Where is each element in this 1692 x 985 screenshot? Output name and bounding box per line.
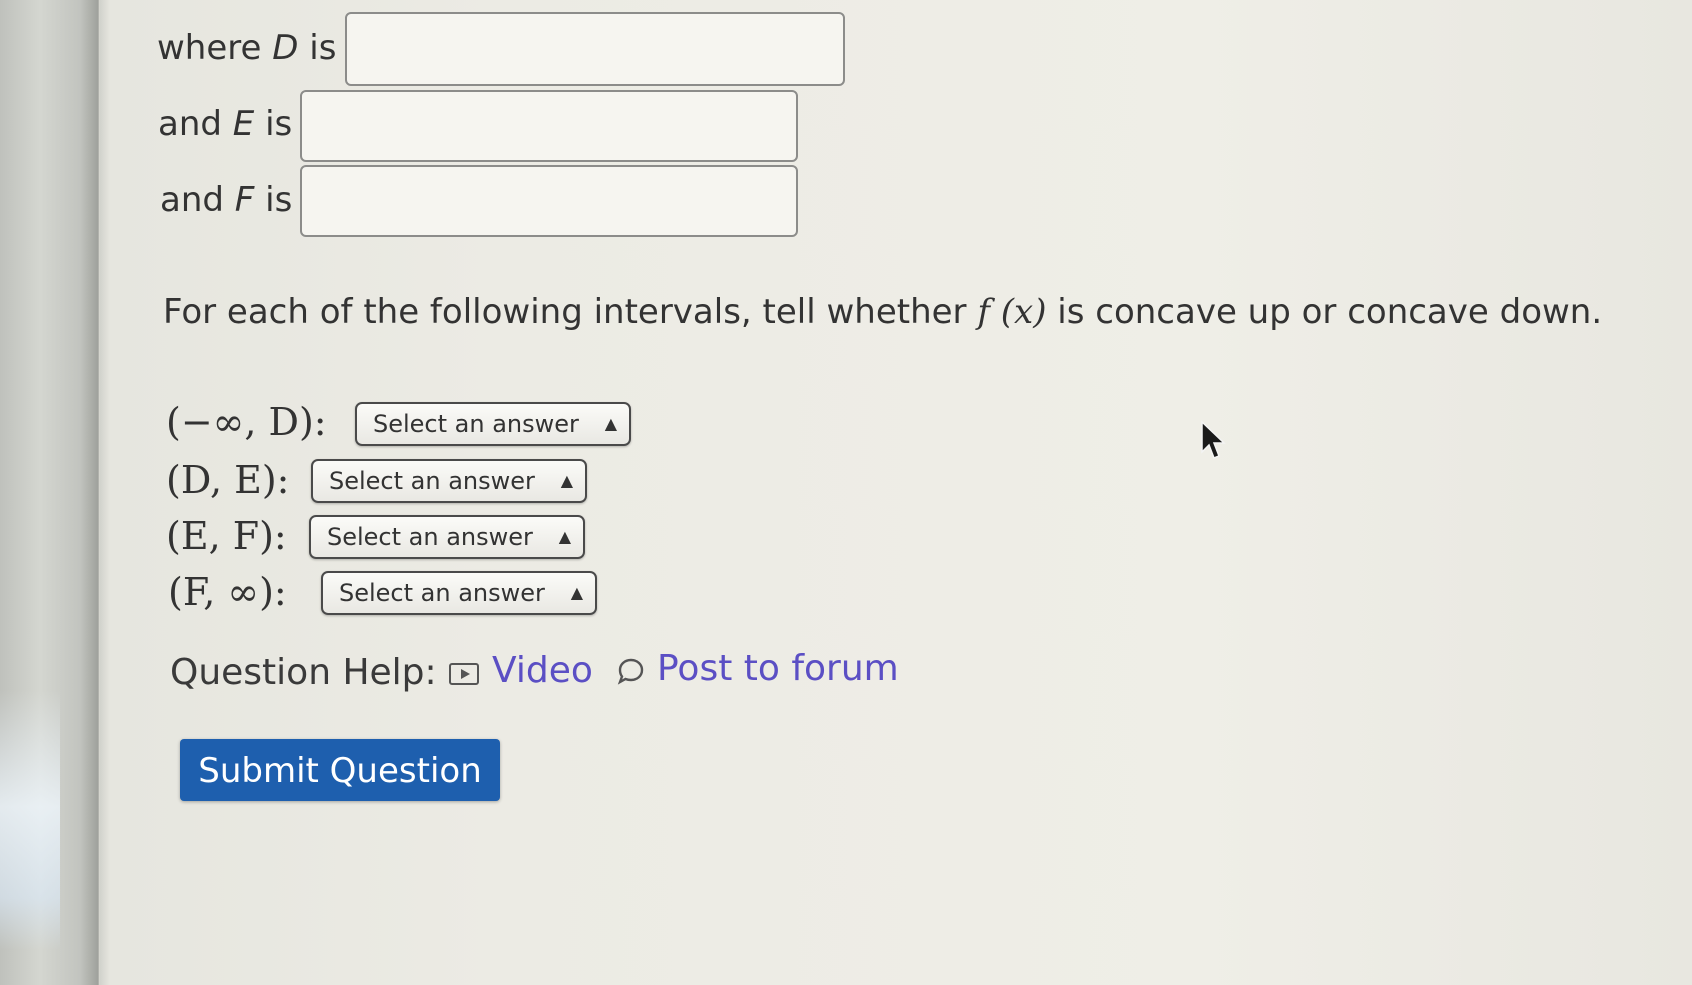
video-link[interactable]: Video [492, 650, 593, 691]
interval-label-1: (−∞, D): [166, 400, 327, 444]
interval-4-select[interactable]: Select an answer ▲︎ [321, 571, 597, 615]
field-label-f-suffix: is [265, 180, 293, 220]
instruction-before: For each of the following intervals, tel… [163, 292, 967, 332]
select-arrows-icon: ▲︎ [560, 471, 573, 490]
instruction-function: f (x) [977, 292, 1047, 332]
interval-1-select-value: Select an answer [373, 410, 579, 438]
e-value-input[interactable] [300, 90, 798, 162]
field-label-f-prefix: and [160, 180, 224, 220]
field-label-e-suffix: is [265, 104, 293, 144]
field-label-d: where D is [157, 28, 336, 68]
field-label-f: and F is [160, 180, 292, 220]
field-label-e: and E is [158, 104, 292, 144]
select-arrows-icon: ▲︎ [604, 414, 617, 433]
post-to-forum-link[interactable]: Post to forum [657, 648, 899, 689]
field-label-d-prefix: where [157, 28, 262, 68]
field-label-e-var: E [232, 104, 255, 144]
interval-label-2: (D, E): [166, 458, 290, 502]
forum-icon[interactable] [617, 657, 645, 685]
interval-1-select[interactable]: Select an answer ▲︎ [355, 402, 631, 446]
interval-3-select-value: Select an answer [327, 523, 533, 551]
select-arrows-icon: ▲︎ [558, 527, 571, 546]
select-arrows-icon: ▲︎ [570, 583, 583, 602]
interval-4-select-value: Select an answer [339, 579, 545, 607]
interval-2-select-value: Select an answer [329, 467, 535, 495]
question-help-label: Question Help: [170, 652, 437, 693]
f-value-input[interactable] [300, 165, 798, 237]
d-value-input[interactable] [345, 12, 845, 86]
instruction-text: For each of the following intervals, tel… [163, 292, 1602, 332]
field-label-e-prefix: and [158, 104, 222, 144]
field-label-f-var: F [234, 180, 255, 220]
instruction-after: is concave up or concave down. [1057, 292, 1603, 332]
screen-glare [0, 690, 60, 950]
interval-3-select[interactable]: Select an answer ▲︎ [309, 515, 585, 559]
video-icon[interactable] [449, 663, 479, 685]
submit-question-button[interactable]: Submit Question [180, 739, 500, 801]
field-label-d-var: D [272, 28, 299, 68]
interval-label-3: (E, F): [166, 514, 287, 558]
interval-label-4: (F, ∞): [168, 570, 287, 614]
mouse-cursor-icon [1201, 420, 1226, 459]
interval-2-select[interactable]: Select an answer ▲︎ [311, 459, 587, 503]
field-label-d-suffix: is [309, 28, 337, 68]
